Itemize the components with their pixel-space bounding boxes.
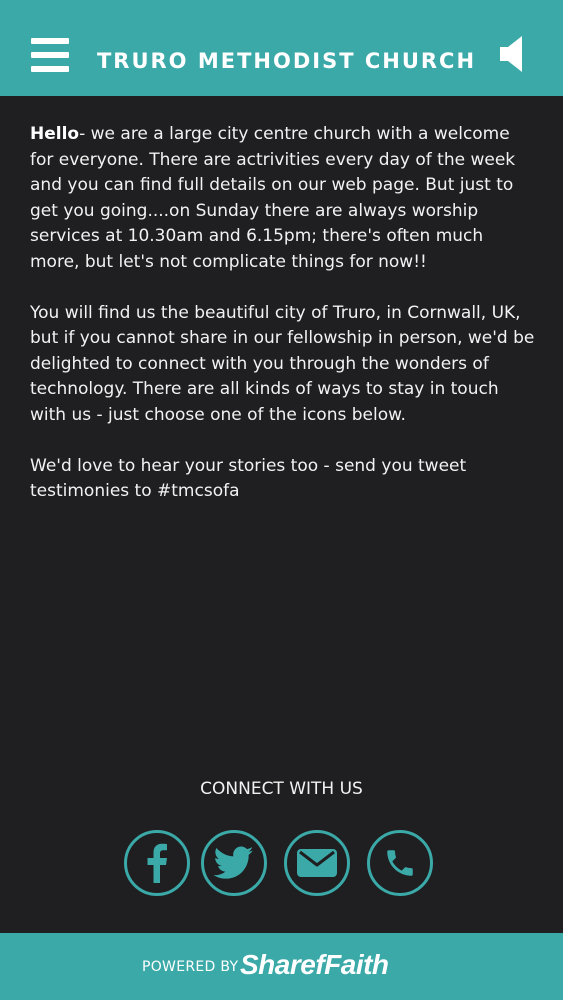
powered-by-label: POWERED BY <box>142 959 239 975</box>
connect-heading: CONNECT WITH US <box>200 779 363 799</box>
footer-bar: POWERED BY SharefFaith <box>0 933 563 1000</box>
facebook-icon <box>147 843 167 883</box>
sound-button[interactable] <box>498 34 528 74</box>
speaker-icon <box>500 36 522 72</box>
twitter-button[interactable] <box>201 830 267 896</box>
intro-paragraph: Hello- we are a large city centre church… <box>30 122 535 275</box>
sharefaith-logo[interactable]: SharefFaith <box>240 947 389 983</box>
phone-icon <box>387 850 413 876</box>
page-title: TRURO METHODIST CHURCH <box>96 49 477 73</box>
email-icon <box>297 849 337 877</box>
phone-button[interactable] <box>367 830 433 896</box>
twitter-icon <box>214 846 254 879</box>
testimony-paragraph: We'd love to hear your stories too - sen… <box>30 455 467 502</box>
email-button[interactable] <box>284 830 350 896</box>
welcome-text: Hello- we are a large city centre church… <box>30 122 535 530</box>
greeting: Hello <box>30 124 80 144</box>
intro-text: - we are a large city centre church with… <box>30 124 516 272</box>
location-paragraph: You will find us the beautiful city of T… <box>30 302 535 425</box>
app-screen: TRURO METHODIST CHURCH Hello- we are a l… <box>0 0 563 1000</box>
facebook-button[interactable] <box>124 830 190 896</box>
menu-button[interactable] <box>31 38 69 74</box>
top-bar: TRURO METHODIST CHURCH <box>0 0 563 96</box>
